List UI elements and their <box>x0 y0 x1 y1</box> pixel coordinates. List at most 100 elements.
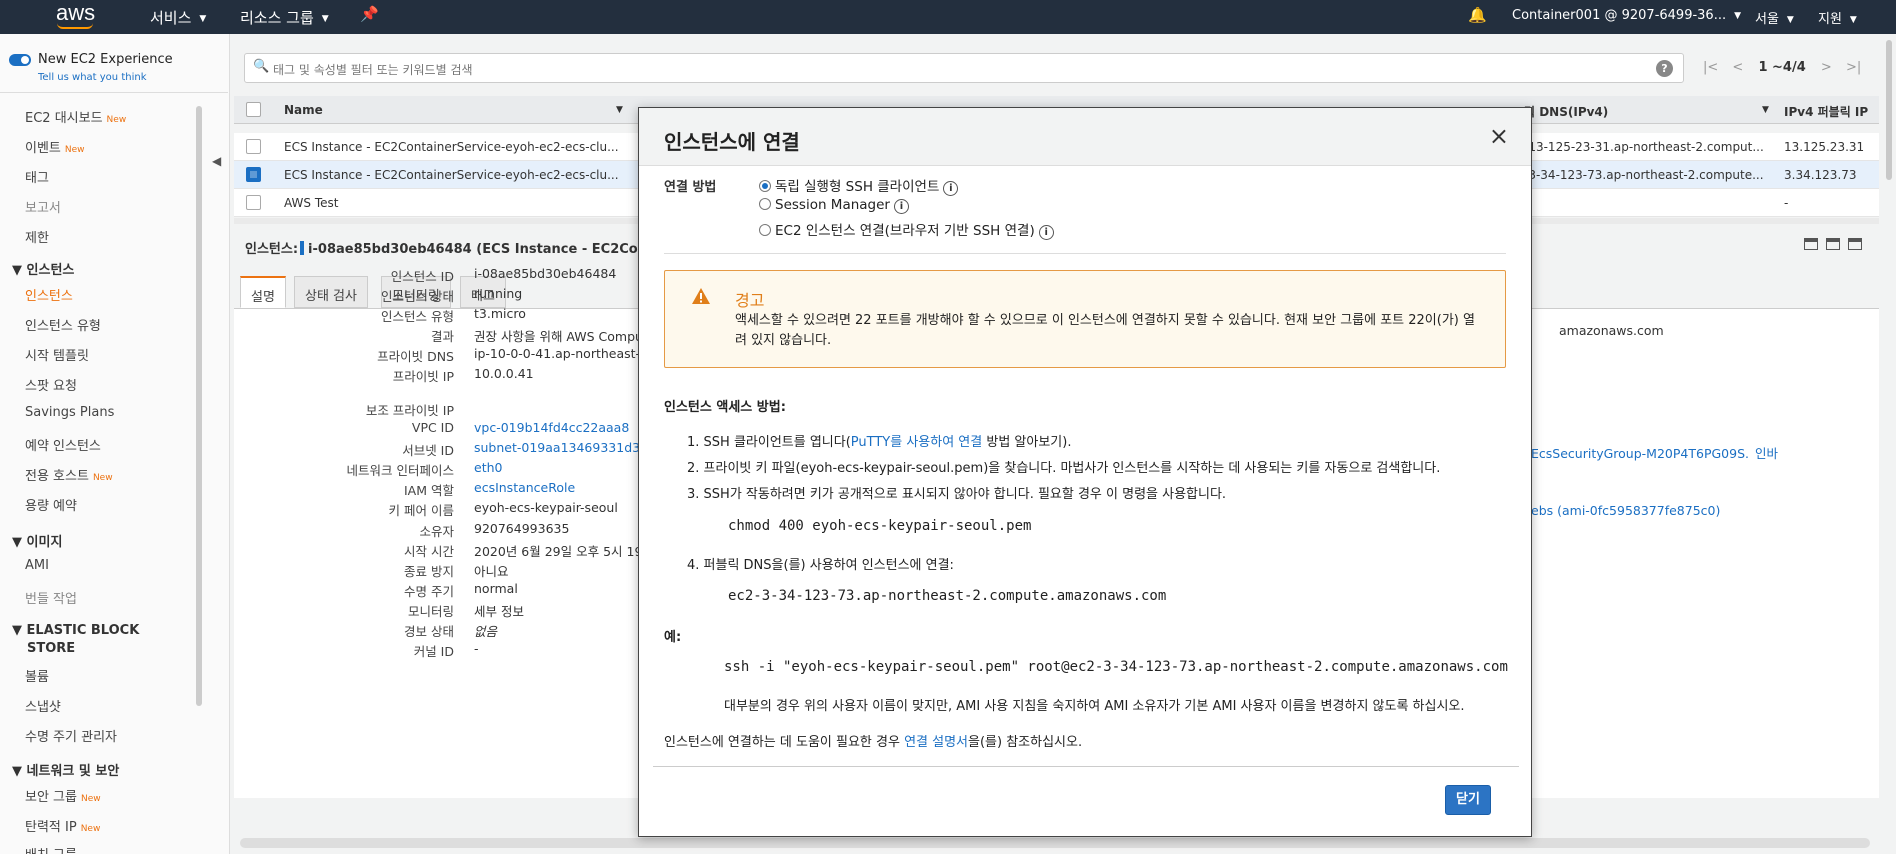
region-menu[interactable]: 서울 ▼ <box>1755 8 1794 27</box>
sidebar-item-tags[interactable]: 태그 <box>25 167 49 186</box>
sidebar-item-placement-groups[interactable]: 배치 그룹 <box>25 844 77 854</box>
close-icon[interactable]: × <box>1489 122 1509 150</box>
sidebar-item-events[interactable]: 이벤트 New <box>25 137 85 156</box>
security-group-link[interactable]: EcsSecurityGroup-M20P4T6PG09S. 인바 <box>1531 443 1778 462</box>
sidebar-item-instance-types[interactable]: 인스턴스 유형 <box>25 315 101 334</box>
sidebar-item-snapshots[interactable]: 스냅샷 <box>25 696 61 715</box>
sidebar-item-ami[interactable]: AMI <box>25 558 49 573</box>
access-instructions-title: 인스턴스 액세스 방법: <box>664 400 786 415</box>
example-label: 예: <box>664 630 682 645</box>
field-value: - <box>474 641 479 656</box>
sidebar-item-instances[interactable]: 인스턴스 <box>25 285 73 304</box>
info-icon[interactable]: i <box>893 199 909 214</box>
chevron-down-icon: ▼ <box>1734 10 1742 21</box>
field-value[interactable]: eth0 <box>474 460 502 475</box>
select-all-checkbox[interactable] <box>246 102 261 117</box>
instance-name: ECS Instance - EC2ContainerService-eyoh-… <box>284 140 619 154</box>
section-label: ELASTIC BLOCK <box>26 623 140 638</box>
close-button[interactable]: 닫기 <box>1445 785 1491 815</box>
section-label-line2: STORE <box>27 641 76 656</box>
prev-page-icon[interactable]: < <box>1732 60 1743 75</box>
option-label: Session Manager <box>775 197 890 213</box>
sidebar-item-dashboard[interactable]: EC2 대시보드 New <box>25 107 126 126</box>
sidebar-item-reports[interactable]: 보고서 <box>25 197 61 216</box>
field-label: 프라이빗 IP <box>392 369 454 384</box>
resource-groups-menu[interactable]: 리소스 그룹 ▼ <box>240 7 329 28</box>
radio-button[interactable] <box>759 198 771 210</box>
putty-guide-link[interactable]: PuTTY를 사용하여 연결 <box>851 435 982 450</box>
field-label: 모니터링 <box>407 604 454 619</box>
sidebar-item-elastic-ips[interactable]: 탄력적 IP New <box>25 816 100 835</box>
field-value: t3.micro <box>474 306 526 321</box>
help-icon[interactable]: ? <box>1656 60 1673 77</box>
layout-full-icon[interactable] <box>1848 238 1862 250</box>
sidebar-item-reserved-instances[interactable]: 예약 인스턴스 <box>25 435 101 454</box>
next-page-icon[interactable]: > <box>1821 60 1832 75</box>
radio-button[interactable] <box>759 180 771 192</box>
sidebar-section-instances[interactable]: ▼ 인스턴스 <box>12 259 74 278</box>
tell-us-link[interactable]: Tell us what you think <box>38 72 147 83</box>
sidebar-item-volumes[interactable]: 볼륨 <box>25 666 49 685</box>
sidebar-section-ebs[interactable]: ▼ ELASTIC BLOCK <box>12 623 139 638</box>
column-header-public-ip[interactable]: IPv4 퍼블릭 IP <box>1784 103 1868 120</box>
option-ssh-client[interactable]: 독립 실행형 SSH 클라이언트 i <box>759 175 959 196</box>
dialog-title: 인스턴스에 연결 <box>664 130 800 154</box>
sidebar-item-launch-templates[interactable]: 시작 템플릿 <box>25 345 89 364</box>
support-menu[interactable]: 지원 ▼ <box>1818 8 1857 27</box>
sidebar-item-dedicated-hosts[interactable]: 전용 호스트 New <box>25 465 113 484</box>
instance-flag-icon <box>300 241 305 255</box>
row-checkbox[interactable] <box>246 139 261 154</box>
sort-icon[interactable]: ▼ <box>1762 105 1769 115</box>
column-header-name[interactable]: Name <box>284 103 323 117</box>
sidebar-item-spot-requests[interactable]: 스팟 요청 <box>25 375 77 394</box>
sidebar-section-images[interactable]: ▼ 이미지 <box>12 531 62 550</box>
new-badge: New <box>80 794 101 804</box>
horizontal-scrollbar[interactable] <box>240 838 1870 848</box>
field-value[interactable]: subnet-019aa13469331d31 <box>474 440 648 455</box>
first-page-icon[interactable]: |< <box>1703 60 1718 75</box>
sidebar-item-capacity-reservations[interactable]: 용량 예약 <box>25 495 77 514</box>
inbound-rules-link[interactable]: 인바 <box>1755 446 1778 461</box>
info-icon[interactable]: i <box>1038 225 1054 240</box>
step-1: 1. SSH 클라이언트를 엽니다(PuTTY를 사용하여 연결 방법 알아보기… <box>687 431 1071 450</box>
new-experience-toggle[interactable] <box>9 54 31 66</box>
search-bar[interactable]: 🔍 태그 및 속성별 필터 또는 키워드별 검색 ? <box>244 53 1684 83</box>
field-label: 소유자 <box>419 524 454 539</box>
section-label: 네트워크 및 보안 <box>26 764 120 779</box>
last-page-icon[interactable]: >| <box>1846 60 1861 75</box>
collapse-sidebar-icon[interactable]: ◀ <box>212 154 221 168</box>
radio-button[interactable] <box>759 224 771 236</box>
services-menu[interactable]: 서비스 ▼ <box>150 7 206 28</box>
sidebar-item-security-groups[interactable]: 보안 그룹 New <box>25 786 101 805</box>
step-2: 2. 프라이빗 키 파일(eyoh-ecs-keypair-seoul.pem)… <box>687 461 1441 476</box>
option-session-manager[interactable]: Session Manager i <box>759 197 909 214</box>
bell-icon[interactable]: 🔔 <box>1468 6 1487 24</box>
info-icon[interactable]: i <box>943 181 959 196</box>
sidebar-item-lifecycle-manager[interactable]: 수명 주기 관리자 <box>25 726 117 745</box>
section-label: 이미지 <box>26 535 63 550</box>
row-checkbox[interactable] <box>246 167 261 182</box>
sidebar-item-savings-plans[interactable]: Savings Plans <box>25 405 114 420</box>
vertical-scrollbar[interactable] <box>1886 40 1892 180</box>
sidebar-scrollbar[interactable] <box>196 106 202 706</box>
pin-icon[interactable]: 📌 <box>360 5 379 23</box>
instance-name: AWS Test <box>284 196 339 210</box>
ami-link[interactable]: ebs (ami-0fc5958377fe875c0) <box>1531 503 1720 518</box>
triangle-down-icon: ▼ <box>12 623 27 638</box>
field-value: 권장 사항을 위해 AWS Compu <box>474 329 643 344</box>
layout-split-icon[interactable] <box>1826 238 1840 250</box>
sort-icon[interactable]: ▼ <box>616 105 623 115</box>
option-ec2-instance-connect[interactable]: EC2 인스턴스 연결(브라우저 기반 SSH 연결) i <box>759 219 1054 240</box>
sidebar-item-label: EC2 대시보드 <box>25 111 103 126</box>
connection-guide-link[interactable]: 연결 설명서 <box>904 735 968 750</box>
sidebar-section-network[interactable]: ▼ 네트워크 및 보안 <box>12 760 119 779</box>
sidebar-item-bundle-tasks[interactable]: 번들 작업 <box>25 588 77 607</box>
column-header-public-dns[interactable]: 릭 DNS(IPv4) <box>1524 103 1608 120</box>
row-checkbox[interactable] <box>246 195 261 210</box>
layout-bottom-icon[interactable] <box>1804 238 1818 250</box>
account-menu[interactable]: Container001 @ 9207-6499-36... ▼ <box>1512 8 1741 23</box>
field-value[interactable]: vpc-019b14fd4cc22aaa8 <box>474 420 629 435</box>
search-input[interactable]: 태그 및 속성별 필터 또는 키워드별 검색 <box>273 61 473 78</box>
field-value[interactable]: ecsInstanceRole <box>474 480 575 495</box>
sidebar-item-limits[interactable]: 제한 <box>25 227 49 246</box>
